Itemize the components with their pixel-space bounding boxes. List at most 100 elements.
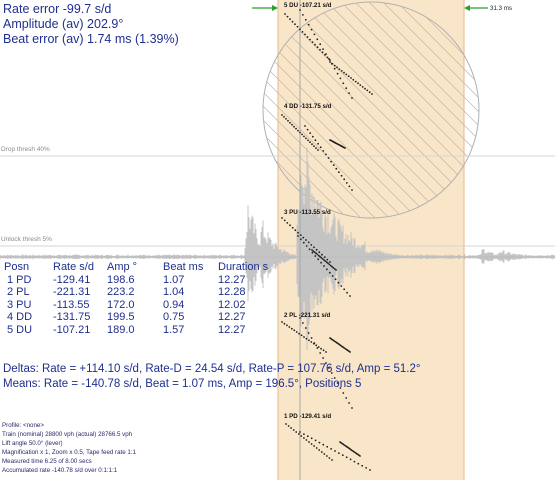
trace-dot [317,258,320,261]
trace-dot [307,23,310,26]
trace-dot [322,349,325,352]
trace-dot [328,58,330,60]
trace-dot [311,41,314,43]
table-header-cell: Rate s/d [53,261,94,273]
trace-dot [300,334,303,337]
trace-dot [351,407,353,409]
trace-dot [281,114,283,116]
measured-time-line: Measured time 6.25 of 8.00 secs [2,458,92,465]
trace-dot [322,48,324,50]
trace-dot [339,77,342,80]
trace-dot [335,167,338,170]
trace-dot [297,235,299,237]
trace-dot [334,278,337,281]
trace-dot [308,339,310,342]
left-marker-arrow [272,5,278,11]
means-summary: Means: Rate = -140.78 s/d, Beat = 1.07 m… [3,378,362,390]
trace-dot [313,246,315,249]
table-cell: 172.0 [107,298,135,311]
trace-dot [330,160,332,163]
trace-dot [328,263,331,266]
trace-dot [285,118,287,120]
trace-dot [296,25,299,28]
trace-dot [292,429,295,431]
trace-dot [295,331,298,333]
trace-dot [303,437,305,439]
trace-dot [289,224,291,227]
trace-dot [302,241,305,244]
trace-dot [331,275,334,277]
trace-dot [326,455,328,457]
beat-error-readout: Beat error (av) 1.74 ms (1.39%) [3,32,179,46]
trace-dot [310,437,313,440]
trace-dot [318,441,321,444]
table-cell: -131.75 [53,311,91,324]
trace-dot [308,248,311,251]
trace-dot [317,142,319,145]
trace-dot [307,139,309,142]
trace-dot [326,56,329,59]
trace-dot [300,238,302,241]
trace-dot [345,182,348,184]
table-header-cell: Duration s [218,261,269,273]
trace-dot [293,329,296,332]
unlock-threshold-label: Unlock thresh 5% [1,236,52,243]
trace-dot [359,455,361,457]
trace-dot [305,337,308,340]
trace-dot [285,423,287,425]
trace-dot [305,439,308,441]
trace-dot [302,14,304,16]
trace-dot [333,64,336,67]
table-cell: 0.75 [163,311,185,324]
trace-dot [324,260,327,262]
trace-dot [305,239,307,241]
trace-dot [310,337,313,339]
trace-dot [311,251,314,254]
trace-dot [320,256,323,259]
trace-dot [320,451,323,453]
table-cell: 12.27 [218,324,246,336]
trace-dot [338,452,340,454]
trace-dot [283,322,286,325]
trace-dot [357,462,360,465]
position-label-pd: 1 PD -129.41 s/d [284,413,332,420]
trace-dot [361,86,364,88]
trace-dot [291,123,293,126]
trace-dot [318,449,321,451]
trace-dot [291,20,294,23]
trace-dot [354,80,357,83]
trace-dot [294,229,297,232]
trace-dot [310,341,313,343]
trace-dot [306,128,309,131]
table-cell: 1 PD [7,273,32,286]
trace-dot [344,147,346,149]
trace-dot [326,258,329,261]
trace-dot [286,15,289,18]
table-cell: -221.31 [53,286,91,299]
trace-dot [329,61,331,63]
trace-dot [306,36,309,38]
trace-dot [365,467,367,469]
trace-dot [342,82,345,85]
hatch-line [466,2,479,218]
trace-dot [346,291,348,294]
accumulated-rate-line: Accumulated rate -140.78 s/d over 0:1:1:… [2,467,118,474]
table-cell: 12.28 [218,286,246,299]
table-cell: 198.6 [107,273,135,286]
trace-dot [333,67,336,70]
trace-dot [289,18,291,20]
trace-dot [316,38,319,41]
trace-dot [337,281,340,284]
trace-dot [327,157,330,159]
position-label-pl: 2 PL -221.31 s/d [284,312,331,319]
trace-dot [299,9,301,11]
table-cell: 1.57 [163,324,185,336]
table-cell: 12.27 [218,311,246,324]
trace-dot [325,153,327,156]
trace-dot [309,38,311,41]
trace-dot [359,84,362,86]
trace-dot [332,164,335,167]
table-cell: -113.55 [53,298,90,311]
trace-dot [286,222,289,224]
trace-dot [305,137,307,140]
